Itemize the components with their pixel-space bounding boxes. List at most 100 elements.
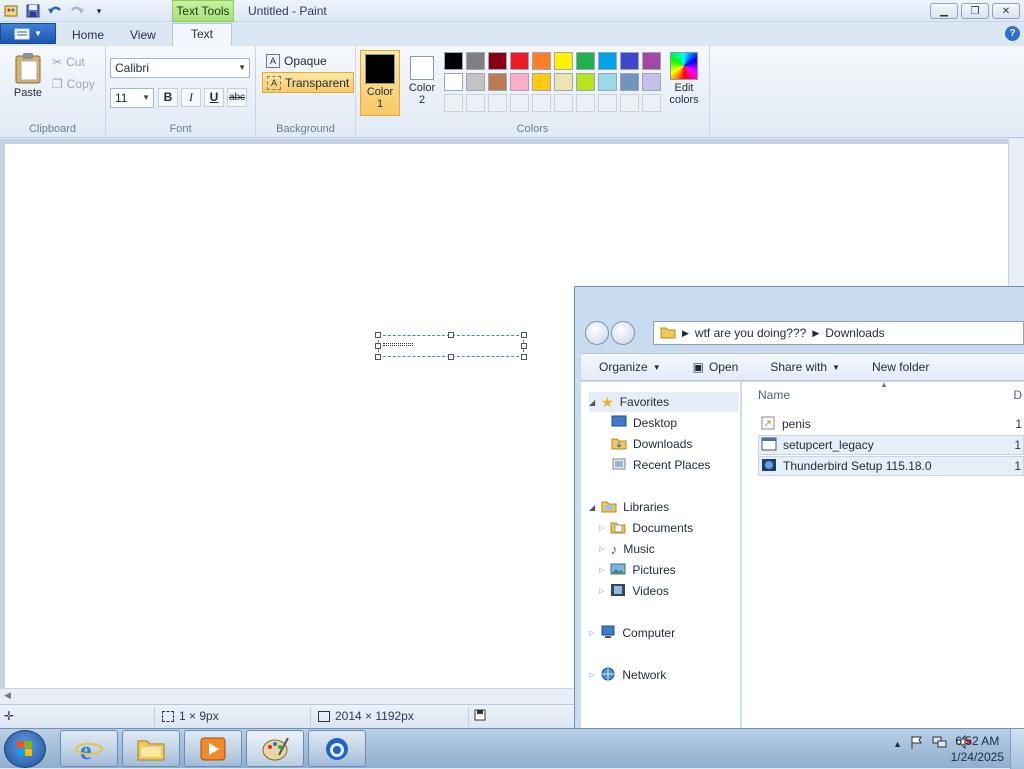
nav-documents[interactable]: ▷ Documents: [599, 518, 693, 538]
resize-handle[interactable]: [521, 343, 527, 349]
forward-button[interactable]: [611, 321, 635, 345]
resize-handle[interactable]: [521, 354, 527, 360]
breadcrumb-user[interactable]: wtf are you doing???: [695, 326, 806, 340]
font-size-combo[interactable]: 11 ▼: [110, 88, 154, 108]
taskbar-file-explorer[interactable]: [122, 730, 180, 767]
color2-button[interactable]: Color 2: [402, 50, 442, 116]
nav-downloads[interactable]: Downloads: [611, 434, 692, 454]
resize-handle[interactable]: [375, 343, 381, 349]
custom-color-slot[interactable]: [620, 94, 639, 112]
color1-button[interactable]: Color 1: [360, 50, 400, 116]
close-button[interactable]: ✕: [992, 3, 1020, 19]
italic-button[interactable]: I: [181, 88, 201, 107]
palette-swatch[interactable]: [642, 73, 661, 91]
palette-swatch[interactable]: [576, 73, 595, 91]
share-with-button[interactable]: Share with ▼: [752, 360, 854, 374]
palette-swatch[interactable]: [510, 73, 529, 91]
palette-swatch[interactable]: [642, 52, 661, 70]
nav-network[interactable]: ▷ Network: [589, 665, 666, 685]
help-icon[interactable]: ?: [1005, 26, 1020, 41]
palette-swatch[interactable]: [466, 73, 485, 91]
paste-button[interactable]: Paste: [8, 52, 48, 99]
palette-swatch[interactable]: [532, 73, 551, 91]
custom-color-slot[interactable]: [532, 94, 551, 112]
palette-swatch[interactable]: [466, 52, 485, 70]
nav-videos[interactable]: ▷ Videos: [599, 581, 669, 601]
resize-handle[interactable]: [448, 354, 454, 360]
custom-color-slot[interactable]: [510, 94, 529, 112]
address-bar[interactable]: ▶ wtf are you doing??? ▶ Downloads: [653, 321, 1024, 345]
palette-swatch[interactable]: [488, 52, 507, 70]
column-header-date[interactable]: D: [1013, 388, 1022, 402]
nav-libraries[interactable]: ◢ Libraries: [589, 497, 669, 517]
underline-button[interactable]: U: [204, 88, 224, 107]
network-tray-icon[interactable]: [932, 735, 948, 752]
customize-qat-dropdown-icon[interactable]: ▾: [90, 2, 108, 20]
custom-color-slot[interactable]: [488, 94, 507, 112]
organize-button[interactable]: Organize ▼: [581, 360, 675, 374]
custom-color-slot[interactable]: [466, 94, 485, 112]
palette-swatch[interactable]: [576, 52, 595, 70]
resize-handle[interactable]: [521, 332, 527, 338]
text-box-selection[interactable]: [375, 332, 527, 360]
action-center-flag-icon[interactable]: [910, 735, 924, 752]
custom-color-slot[interactable]: [642, 94, 661, 112]
palette-swatch[interactable]: [598, 52, 617, 70]
scroll-left-icon[interactable]: ◀: [4, 690, 11, 701]
taskbar-internet-explorer[interactable]: e: [60, 730, 118, 767]
palette-swatch[interactable]: [620, 73, 639, 91]
new-folder-button[interactable]: New folder: [854, 360, 943, 374]
column-header-name[interactable]: Name: [758, 388, 790, 402]
palette-swatch[interactable]: [532, 52, 551, 70]
palette-swatch[interactable]: [620, 52, 639, 70]
tab-view[interactable]: View: [128, 25, 158, 46]
show-hidden-icons-icon[interactable]: ▲: [893, 739, 902, 749]
taskbar-media-player[interactable]: [184, 730, 242, 767]
tab-text[interactable]: Text: [172, 23, 232, 46]
font-family-combo[interactable]: Calibri ▼: [110, 58, 250, 78]
taskbar-paint[interactable]: [246, 730, 304, 767]
cut-button[interactable]: ✂ Cut: [52, 52, 95, 72]
opaque-button[interactable]: A Opaque: [262, 50, 331, 71]
paint-menu-button[interactable]: ▼: [0, 23, 56, 44]
maximize-button[interactable]: ❐: [961, 3, 989, 19]
custom-color-slot[interactable]: [444, 94, 463, 112]
undo-icon[interactable]: [46, 2, 64, 20]
palette-swatch[interactable]: [554, 73, 573, 91]
start-button[interactable]: [4, 730, 46, 768]
resize-handle[interactable]: [448, 332, 454, 338]
resize-handle[interactable]: [375, 354, 381, 360]
custom-color-slot[interactable]: [576, 94, 595, 112]
custom-color-slot[interactable]: [598, 94, 617, 112]
palette-swatch[interactable]: [444, 52, 463, 70]
resize-handle[interactable]: [375, 332, 381, 338]
nav-recent-places[interactable]: Recent Places: [611, 455, 710, 475]
palette-swatch[interactable]: [510, 52, 529, 70]
file-row[interactable]: penis 1: [758, 414, 1024, 434]
file-row[interactable]: setupcert_legacy 1: [758, 435, 1024, 455]
palette-swatch[interactable]: [444, 73, 463, 91]
back-button[interactable]: [585, 321, 609, 345]
breadcrumb-downloads[interactable]: Downloads: [825, 326, 884, 340]
palette-swatch[interactable]: [554, 52, 573, 70]
nav-desktop[interactable]: Desktop: [611, 413, 677, 433]
horizontal-scrollbar[interactable]: ◀: [0, 688, 576, 704]
nav-music[interactable]: ▷ ♪ Music: [599, 539, 655, 559]
palette-swatch[interactable]: [598, 73, 617, 91]
copy-button[interactable]: ❐ Copy: [52, 74, 95, 94]
show-desktop-button[interactable]: [1010, 729, 1024, 769]
taskbar-clock[interactable]: 6:52 AM 1/24/2025: [951, 733, 1004, 765]
paint-app-icon[interactable]: [2, 2, 20, 20]
edit-colors-button[interactable]: Edit colors: [664, 50, 704, 106]
nav-pictures[interactable]: ▷ Pictures: [599, 560, 676, 580]
save-icon[interactable]: [24, 2, 42, 20]
palette-swatch[interactable]: [488, 73, 507, 91]
nav-computer[interactable]: ▷ Computer: [589, 623, 675, 643]
bold-button[interactable]: B: [158, 88, 178, 107]
taskbar-thunderbird[interactable]: [308, 730, 366, 767]
strikethrough-button[interactable]: abc: [227, 88, 247, 107]
custom-color-slot[interactable]: [554, 94, 573, 112]
open-button[interactable]: ▣ Open: [675, 360, 753, 374]
transparent-button[interactable]: A Transparent: [262, 72, 355, 93]
tab-home[interactable]: Home: [70, 25, 106, 46]
